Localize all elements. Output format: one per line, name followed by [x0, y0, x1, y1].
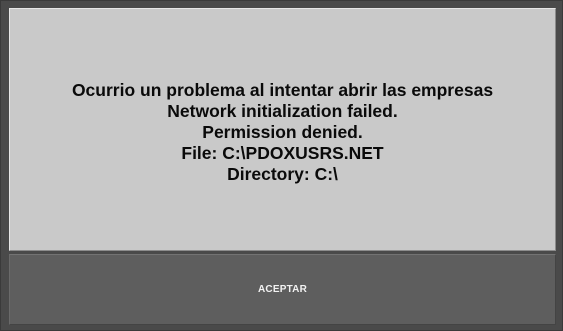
message-line-1: Ocurrio un problema al intentar abrir la… — [71, 80, 494, 100]
message-line-5: Directory: C:\ — [227, 164, 338, 184]
accept-button[interactable]: ACEPTAR — [9, 254, 556, 325]
message-panel: Ocurrio un problema al intentar abrir la… — [9, 8, 556, 251]
message-line-2: Network initialization failed. — [167, 101, 398, 121]
error-message: Ocurrio un problema al intentar abrir la… — [72, 74, 493, 185]
accept-button-label: ACEPTAR — [258, 284, 307, 295]
message-line-4: File: C:\PDOXUSRS.NET — [181, 143, 384, 163]
error-dialog: Ocurrio un problema al intentar abrir la… — [0, 0, 563, 331]
message-line-3: Permission denied. — [202, 122, 363, 142]
